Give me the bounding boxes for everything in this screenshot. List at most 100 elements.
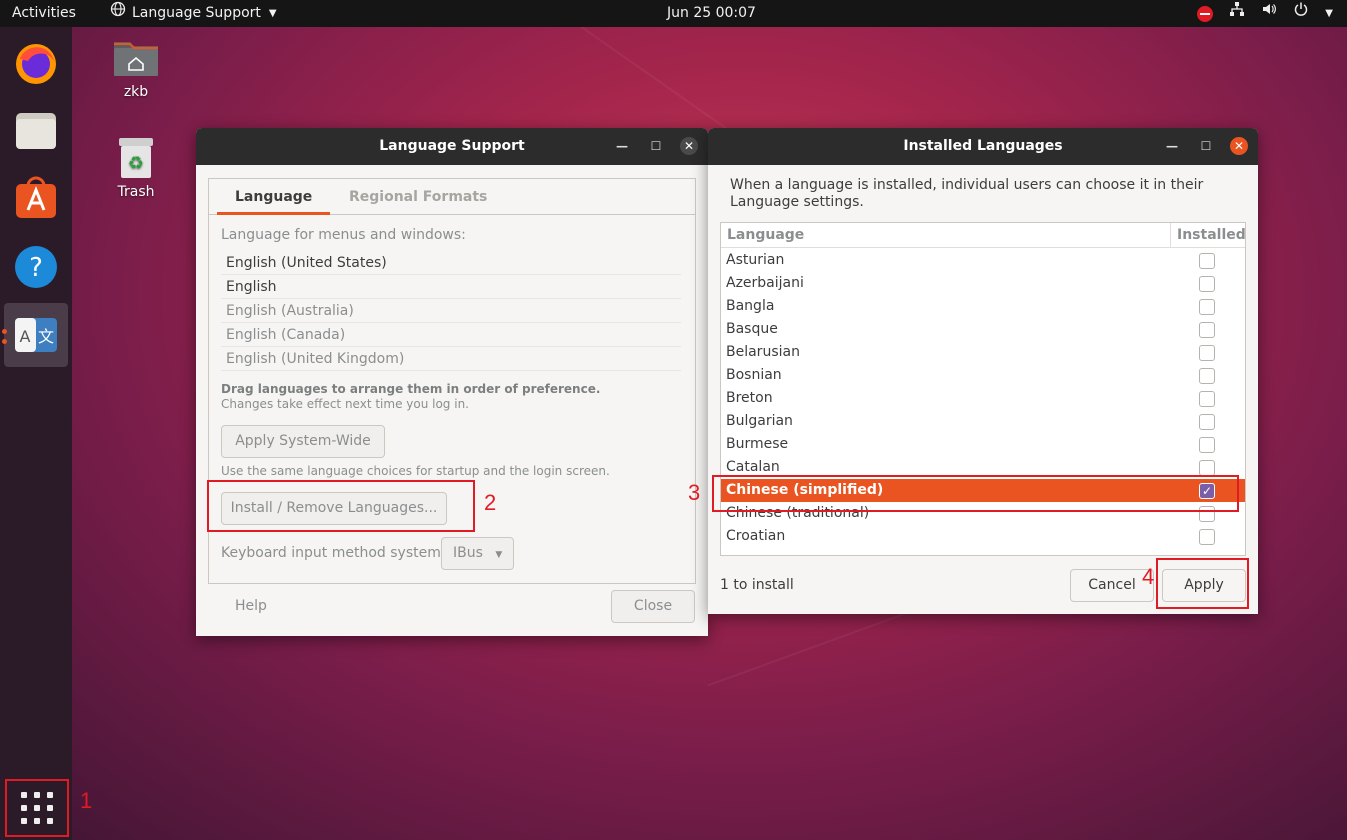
no-entry-icon[interactable]: [1197, 5, 1214, 22]
minimize-icon[interactable]: —: [613, 137, 631, 155]
table-row[interactable]: Chinese (simplified) ✓: [721, 479, 1245, 502]
installed-languages-window: Installed Languages — ☐ ✕ When a languag…: [708, 128, 1258, 614]
table-row[interactable]: Chinese (traditional): [721, 502, 1245, 525]
table-row[interactable]: Bosnian: [721, 364, 1245, 387]
minimize-icon[interactable]: —: [1163, 137, 1181, 155]
annotation-number: 3: [688, 480, 701, 505]
globe-icon: [110, 0, 126, 27]
clock[interactable]: Jun 25 00:07: [667, 0, 756, 27]
apply-button[interactable]: Apply: [1162, 569, 1246, 602]
list-item[interactable]: English (United Kingdom): [221, 347, 681, 371]
svg-text:?: ?: [29, 253, 43, 283]
help-icon[interactable]: ?: [4, 235, 68, 299]
changes-hint: Changes take effect next time you log in…: [221, 397, 469, 411]
home-folder[interactable]: zkb: [96, 36, 176, 100]
list-item[interactable]: English (Canada): [221, 323, 681, 347]
tab-bar: Language Regional Formats: [209, 179, 695, 215]
chevron-down-icon: ▼: [495, 550, 503, 560]
home-folder-label: zkb: [123, 84, 149, 100]
language-name: Bosnian: [726, 367, 782, 383]
firefox-icon[interactable]: [4, 31, 68, 95]
language-name: Catalan: [726, 459, 780, 475]
svg-text:♻: ♻: [128, 153, 144, 174]
checkbox[interactable]: [1199, 368, 1215, 384]
language-name: Breton: [726, 390, 773, 406]
tab-language[interactable]: Language: [217, 179, 331, 215]
language-support-window: Language Support — ☐ ✕ Language Regional…: [196, 128, 708, 636]
window-title: Language Support: [379, 138, 525, 154]
list-header: Language Installed: [721, 223, 1245, 248]
table-row[interactable]: Croatian: [721, 525, 1245, 548]
title-bar: Installed Languages — ☐ ✕: [708, 128, 1258, 165]
language-name: Bulgarian: [726, 413, 793, 429]
checkbox[interactable]: [1199, 322, 1215, 338]
checkbox[interactable]: [1199, 414, 1215, 430]
checkbox[interactable]: [1199, 460, 1215, 476]
files-icon[interactable]: [4, 99, 68, 163]
table-row[interactable]: Bangla: [721, 295, 1245, 318]
install-status: 1 to install: [720, 577, 794, 593]
column-header-installed[interactable]: Installed: [1170, 223, 1245, 248]
install-remove-languages-button[interactable]: Install / Remove Languages...: [221, 492, 447, 525]
keyboard-input-select[interactable]: IBus ▼: [441, 537, 514, 570]
language-name: Burmese: [726, 436, 789, 452]
drag-hint: Drag languages to arrange them in order …: [221, 382, 601, 396]
volume-icon[interactable]: [1261, 0, 1277, 27]
show-applications-button[interactable]: [5, 779, 69, 837]
checkbox[interactable]: [1199, 437, 1215, 453]
checkbox[interactable]: [1199, 253, 1215, 269]
language-name: Chinese (traditional): [726, 505, 870, 521]
table-row[interactable]: Azerbaijani: [721, 272, 1245, 295]
close-icon[interactable]: ✕: [1230, 137, 1248, 155]
chevron-down-icon[interactable]: ▼: [1325, 0, 1333, 27]
list-item[interactable]: English (Australia): [221, 299, 681, 323]
home-folder-icon: [114, 42, 158, 76]
software-center-icon[interactable]: [4, 167, 68, 231]
language-support-icon[interactable]: A文: [4, 303, 68, 367]
running-indicator: [2, 329, 7, 334]
maximize-icon[interactable]: ☐: [647, 137, 665, 155]
close-icon[interactable]: ✕: [680, 137, 698, 155]
column-header-language[interactable]: Language: [727, 227, 804, 243]
trash-label: Trash: [117, 184, 155, 200]
annotation-number: 1: [80, 788, 93, 813]
checkbox[interactable]: [1199, 506, 1215, 522]
title-bar: Language Support — ☐ ✕: [196, 128, 708, 165]
network-icon[interactable]: [1229, 0, 1245, 27]
tab-regional-formats[interactable]: Regional Formats: [349, 179, 487, 215]
table-row[interactable]: Catalan: [721, 456, 1245, 479]
apply-system-wide-button[interactable]: Apply System-Wide: [221, 425, 385, 458]
same-choices-hint: Use the same language choices for startu…: [221, 464, 610, 478]
close-button[interactable]: Close: [611, 590, 695, 623]
language-name: Azerbaijani: [726, 275, 804, 291]
power-icon[interactable]: [1293, 0, 1309, 27]
language-name: Belarusian: [726, 344, 800, 360]
help-button[interactable]: Help: [235, 598, 267, 614]
trash[interactable]: ♻ Trash: [96, 136, 176, 200]
maximize-icon[interactable]: ☐: [1197, 137, 1215, 155]
table-row[interactable]: Basque: [721, 318, 1245, 341]
table-row[interactable]: Asturian: [721, 249, 1245, 272]
list-item[interactable]: English: [221, 275, 681, 299]
checkbox[interactable]: [1199, 299, 1215, 315]
list-item[interactable]: English (United States): [221, 251, 681, 275]
running-indicator: [2, 339, 7, 344]
language-list: Language Installed Asturian Azerbaijani Ba…: [720, 222, 1246, 556]
table-row[interactable]: Bulgarian: [721, 410, 1245, 433]
system-tray[interactable]: ▼: [1197, 0, 1333, 27]
table-row[interactable]: Belarusian: [721, 341, 1245, 364]
menus-label: Language for menus and windows:: [221, 227, 466, 243]
app-menu[interactable]: Language Support ▼: [110, 0, 277, 27]
description-text: When a language is installed, individual…: [730, 177, 1204, 210]
svg-text:A: A: [20, 327, 31, 346]
checkbox-checked[interactable]: ✓: [1199, 483, 1215, 499]
grid-icon: [21, 792, 53, 824]
activities-button[interactable]: Activities: [12, 0, 76, 27]
table-row[interactable]: Burmese: [721, 433, 1245, 456]
checkbox[interactable]: [1199, 345, 1215, 361]
svg-text:文: 文: [38, 327, 54, 346]
checkbox[interactable]: [1199, 276, 1215, 292]
checkbox[interactable]: [1199, 391, 1215, 407]
table-row[interactable]: Breton: [721, 387, 1245, 410]
checkbox[interactable]: [1199, 529, 1215, 545]
